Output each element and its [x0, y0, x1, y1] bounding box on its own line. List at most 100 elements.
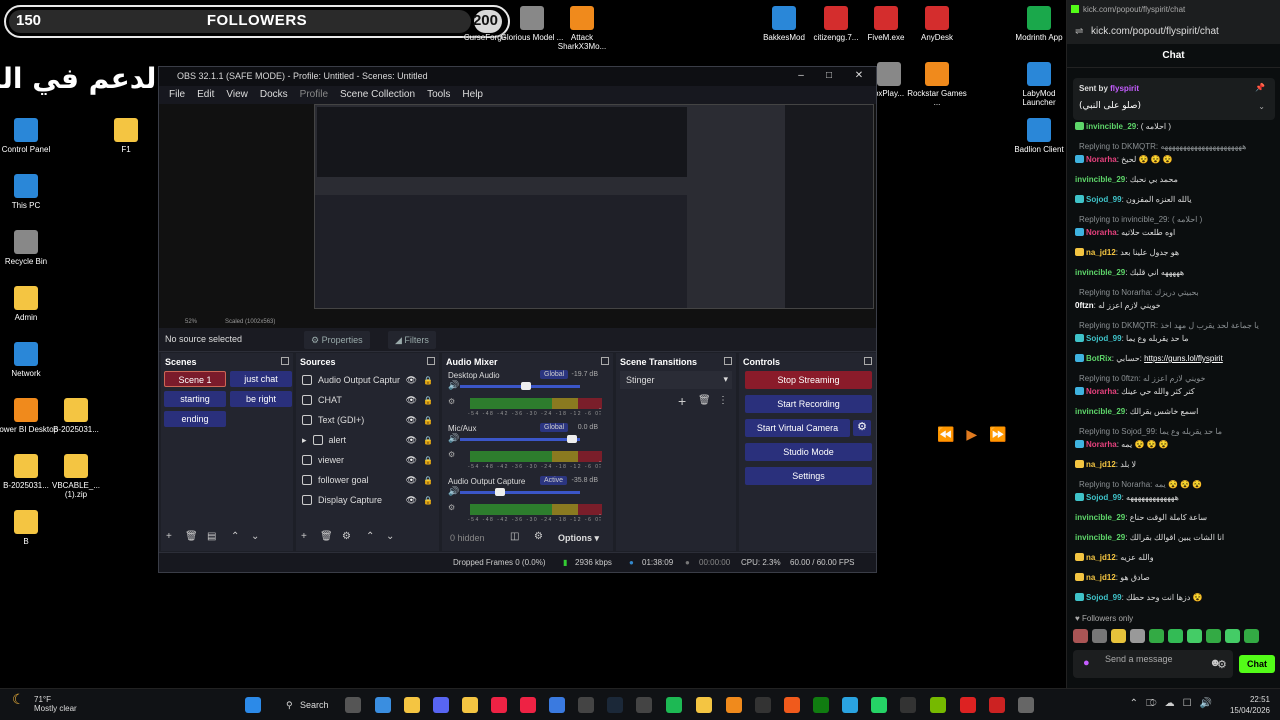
desktop-icon-labymod[interactable]: LabyMod Launcher	[1006, 62, 1072, 107]
mixer-settings-icon[interactable]: ⚙	[448, 503, 455, 512]
visibility-eye-icon[interactable]: 👁	[406, 455, 417, 466]
desktop-icon-badlion[interactable]: Badlion Client	[1006, 118, 1072, 154]
file-explorer-icon[interactable]	[404, 697, 420, 713]
spotify-icon[interactable]	[666, 697, 682, 713]
pin-icon[interactable]: 📌	[1255, 83, 1265, 92]
scene-item-ending[interactable]: ending	[164, 411, 226, 427]
lock-icon[interactable]: 🔒	[423, 396, 433, 405]
add-source-icon[interactable]: +	[301, 531, 307, 542]
whatsapp-icon[interactable]	[871, 697, 887, 713]
chat-username[interactable]: Norarha	[1086, 440, 1117, 449]
mixer-settings-icon[interactable]: ⚙	[534, 531, 543, 542]
minimize-icon[interactable]: –	[792, 69, 810, 83]
scene-item-starting[interactable]: starting	[164, 391, 226, 407]
app-icon[interactable]	[989, 697, 1005, 713]
xbox-icon[interactable]	[813, 697, 829, 713]
task-view-icon[interactable]	[345, 697, 361, 713]
emote-icon[interactable]	[1073, 629, 1088, 643]
menu-profile[interactable]: Profile	[294, 86, 334, 104]
chat-username[interactable]: BotRix	[1086, 354, 1112, 363]
firefox-icon[interactable]	[784, 697, 800, 713]
volume-knob[interactable]	[566, 435, 577, 443]
emote-icon[interactable]	[1092, 629, 1107, 643]
system-tray[interactable]: ⌃⎄☁☐🔊	[1130, 698, 1220, 709]
desktop-icon-modrinth[interactable]: Modrinth App	[1006, 6, 1072, 42]
obs-preview-canvas[interactable]: 52% Scaled (1002x563)	[159, 104, 876, 328]
desktop-icon-admin[interactable]: Admin	[0, 286, 59, 322]
visibility-eye-icon[interactable]: 👁	[406, 475, 417, 486]
visibility-eye-icon[interactable]: 👁	[406, 395, 417, 406]
chat-username[interactable]: invincible_29	[1075, 175, 1125, 184]
emote-icon[interactable]	[1206, 629, 1221, 643]
desktop-icon-anydesk[interactable]: AnyDesk	[904, 6, 970, 42]
source-item[interactable]: Text (GDI+) 👁 🔒	[302, 411, 433, 429]
move-down-icon[interactable]: ⌄	[251, 531, 259, 542]
visibility-eye-icon[interactable]: 👁	[406, 495, 417, 506]
undock-icon[interactable]	[427, 357, 435, 365]
lock-icon[interactable]: 🔒	[423, 476, 433, 485]
chat-username[interactable]: Norarha	[1086, 387, 1117, 396]
volume-slider[interactable]	[460, 385, 580, 388]
chat-username[interactable]: na_jd12	[1086, 573, 1116, 582]
remove-scene-icon[interactable]: 🗑	[185, 531, 198, 542]
emote-icon[interactable]	[1244, 629, 1259, 643]
mail-icon[interactable]	[549, 697, 565, 713]
scene-item-scene-1[interactable]: Scene 1	[164, 371, 226, 387]
emote-icon[interactable]	[1111, 629, 1126, 643]
chat-username[interactable]: Norarha	[1086, 155, 1117, 164]
more-icon[interactable]: ⋮	[596, 513, 604, 522]
rockstar-icon[interactable]	[696, 697, 712, 713]
chevron-down-icon[interactable]: ⌄	[1258, 102, 1265, 111]
filters-button[interactable]: ◢ Filters	[388, 331, 436, 349]
chrome-icon[interactable]	[491, 697, 507, 713]
chat-username[interactable]: na_jd12	[1086, 248, 1116, 257]
chat-username[interactable]: invincible_29	[1086, 122, 1136, 131]
chat-username[interactable]: Sojod_99	[1086, 593, 1122, 602]
menu-view[interactable]: View	[220, 86, 254, 104]
menu-edit[interactable]: Edit	[191, 86, 220, 104]
chat-username[interactable]: na_jd12	[1086, 553, 1116, 562]
close-icon[interactable]: ✕	[850, 69, 868, 83]
desktop-icon-vbcable-zip[interactable]: VBCABLE_... (1).zip	[43, 454, 109, 499]
volume-knob[interactable]	[494, 488, 505, 496]
gear-icon[interactable]: ⚙	[1217, 658, 1227, 671]
obs-titlebar[interactable]: OBS 32.1.1 (SAFE MODE) - Profile: Untitl…	[159, 67, 876, 86]
chat-username[interactable]: invincible_29	[1075, 533, 1125, 542]
desktop-icon-attack-shark[interactable]: Attack SharkX3Mo...	[549, 6, 615, 51]
chat-username[interactable]: 0ftzn	[1075, 301, 1094, 310]
desktop-icon-recycle-bin[interactable]: Recycle Bin	[0, 230, 59, 266]
visibility-eye-icon[interactable]: 👁	[406, 415, 417, 426]
chrome-icon[interactable]	[520, 697, 536, 713]
nvidia-icon[interactable]	[930, 697, 946, 713]
lock-icon[interactable]: 🔒	[423, 496, 433, 505]
source-item[interactable]: Audio Output Captur 👁 🔒	[302, 371, 433, 389]
move-down-icon[interactable]: ⌄	[386, 531, 394, 542]
taskbar-search[interactable]: ⚲ Search	[282, 696, 336, 714]
unity-icon[interactable]	[578, 697, 594, 713]
chat-username[interactable]: Sojod_99	[1086, 195, 1122, 204]
lock-icon[interactable]: 🔒	[423, 376, 433, 385]
weather-widget[interactable]: ☾ 71°F Mostly clear	[12, 692, 77, 713]
send-chat-button[interactable]: Chat	[1239, 655, 1275, 673]
menu-docks[interactable]: Docks	[254, 86, 294, 104]
visibility-eye-icon[interactable]: 👁	[406, 375, 417, 386]
source-item[interactable]: follower goal 👁 🔒	[302, 471, 433, 489]
emote-icon[interactable]	[1149, 629, 1164, 643]
add-transition-icon[interactable]: +	[678, 393, 686, 409]
source-properties-icon[interactable]: ⚙	[342, 531, 351, 542]
move-up-icon[interactable]: ⌃	[366, 531, 374, 542]
move-up-icon[interactable]: ⌃	[231, 531, 239, 542]
volume-slider[interactable]	[460, 491, 580, 494]
desktop-icon-b[interactable]: B	[0, 510, 59, 546]
undock-icon[interactable]	[601, 357, 609, 365]
chat-username[interactable]: Norarha	[1086, 228, 1117, 237]
studio-mode-button[interactable]: Studio Mode	[745, 443, 872, 461]
chat-username[interactable]: invincible_29	[1075, 407, 1125, 416]
mixer-settings-icon[interactable]: ⚙	[448, 450, 455, 459]
settings-button[interactable]: Settings	[745, 467, 872, 485]
app-icon[interactable]	[726, 697, 742, 713]
lock-icon[interactable]: 🔒	[423, 436, 433, 445]
remove-transition-icon[interactable]: 🗑	[698, 395, 711, 406]
copilot-icon[interactable]	[375, 697, 391, 713]
chat-address-bar[interactable]: kick.com/popout/flyspirit/chat	[1091, 26, 1219, 37]
